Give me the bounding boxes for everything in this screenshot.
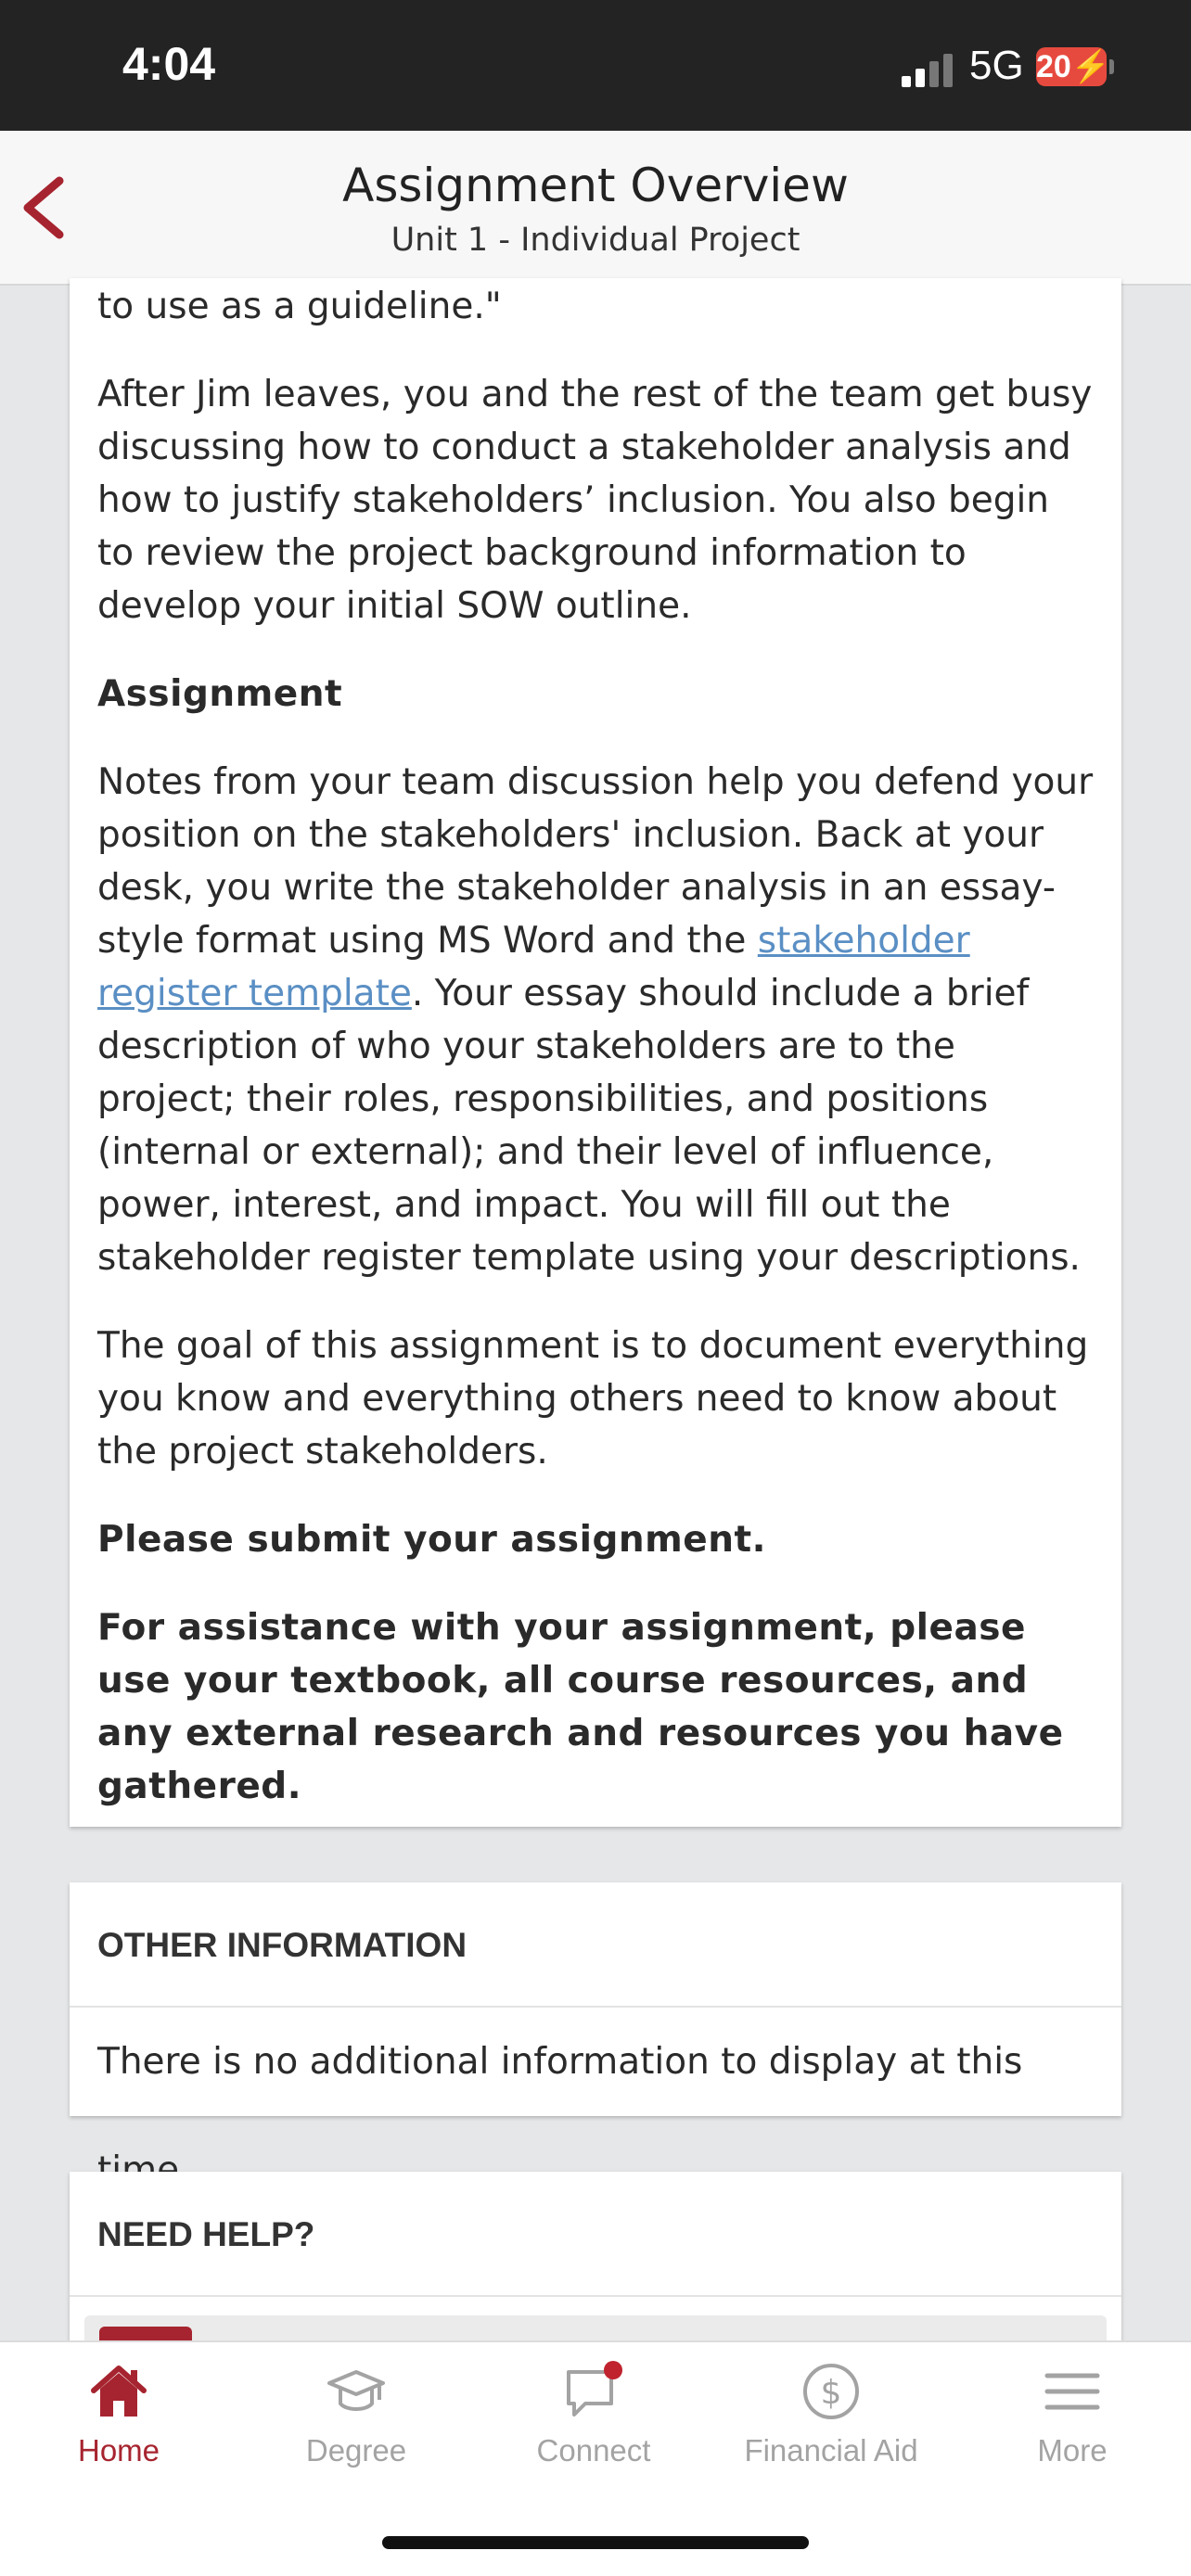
nav-header: Assignment Overview Unit 1 - Individual … (0, 131, 1191, 286)
tab-home-label: Home (77, 2433, 160, 2468)
tab-degree[interactable]: Degree (237, 2361, 475, 2468)
network-label: 5G (969, 43, 1024, 88)
tab-financial-aid-label: Financial Aid (744, 2433, 918, 2468)
tab-more[interactable]: More (954, 2361, 1191, 2468)
assignment-body: to use as a guideline." After Jim leaves… (70, 280, 1121, 1813)
page-title: Assignment Overview (342, 159, 849, 212)
tab-connect-label: Connect (536, 2433, 651, 2468)
assignment-card: to use as a guideline." After Jim leaves… (70, 278, 1121, 1827)
need-help-header: NEED HELP? (70, 2172, 1121, 2297)
home-icon (91, 2366, 147, 2417)
tab-connect[interactable]: Connect (475, 2361, 712, 2468)
chat-icon (567, 2361, 622, 2417)
other-information-card: OTHER INFORMATION There is no additional… (70, 1882, 1121, 2191)
status-time: 4:04 (122, 38, 216, 90)
dollar-icon: $ (803, 2364, 859, 2419)
assignment-text-end: . Your essay should include a brief desc… (97, 973, 1081, 1279)
signal-icon (902, 54, 953, 87)
graduation-cap-icon (327, 2370, 385, 2411)
paragraph-assignment: Notes from your team discussion help you… (97, 756, 1094, 1284)
paragraph-fragment: to use as a guideline." (97, 286, 502, 327)
other-information-header: OTHER INFORMATION (70, 1882, 1121, 2008)
assistance-notice: For assistance with your assignment, ple… (97, 1607, 1064, 1807)
svg-text:$: $ (821, 2374, 842, 2412)
tab-degree-label: Degree (305, 2433, 407, 2468)
home-indicator[interactable] (382, 2536, 809, 2549)
submit-notice: Please submit your assignment. (97, 1519, 766, 1561)
tab-financial-aid[interactable]: $ Financial Aid (712, 2361, 950, 2468)
battery-nub (1109, 59, 1114, 74)
notification-badge-icon (604, 2361, 622, 2379)
tab-more-label: More (1037, 2433, 1108, 2468)
assignment-heading: Assignment (97, 673, 343, 715)
charging-icon: ⚡ (1070, 49, 1111, 84)
menu-icon (1044, 2373, 1100, 2410)
paragraph-goal: The goal of this assignment is to docume… (97, 1325, 1089, 1473)
battery-level: 20 (1036, 49, 1071, 84)
paragraph-jim-leaves: After Jim leaves, you and the rest of th… (97, 374, 1093, 627)
page-subtitle: Unit 1 - Individual Project (391, 222, 800, 259)
tab-home[interactable]: Home (0, 2361, 237, 2468)
battery-icon: 20⚡ (1036, 47, 1111, 86)
status-bar: 4:04 5G 20⚡ (0, 0, 1191, 131)
